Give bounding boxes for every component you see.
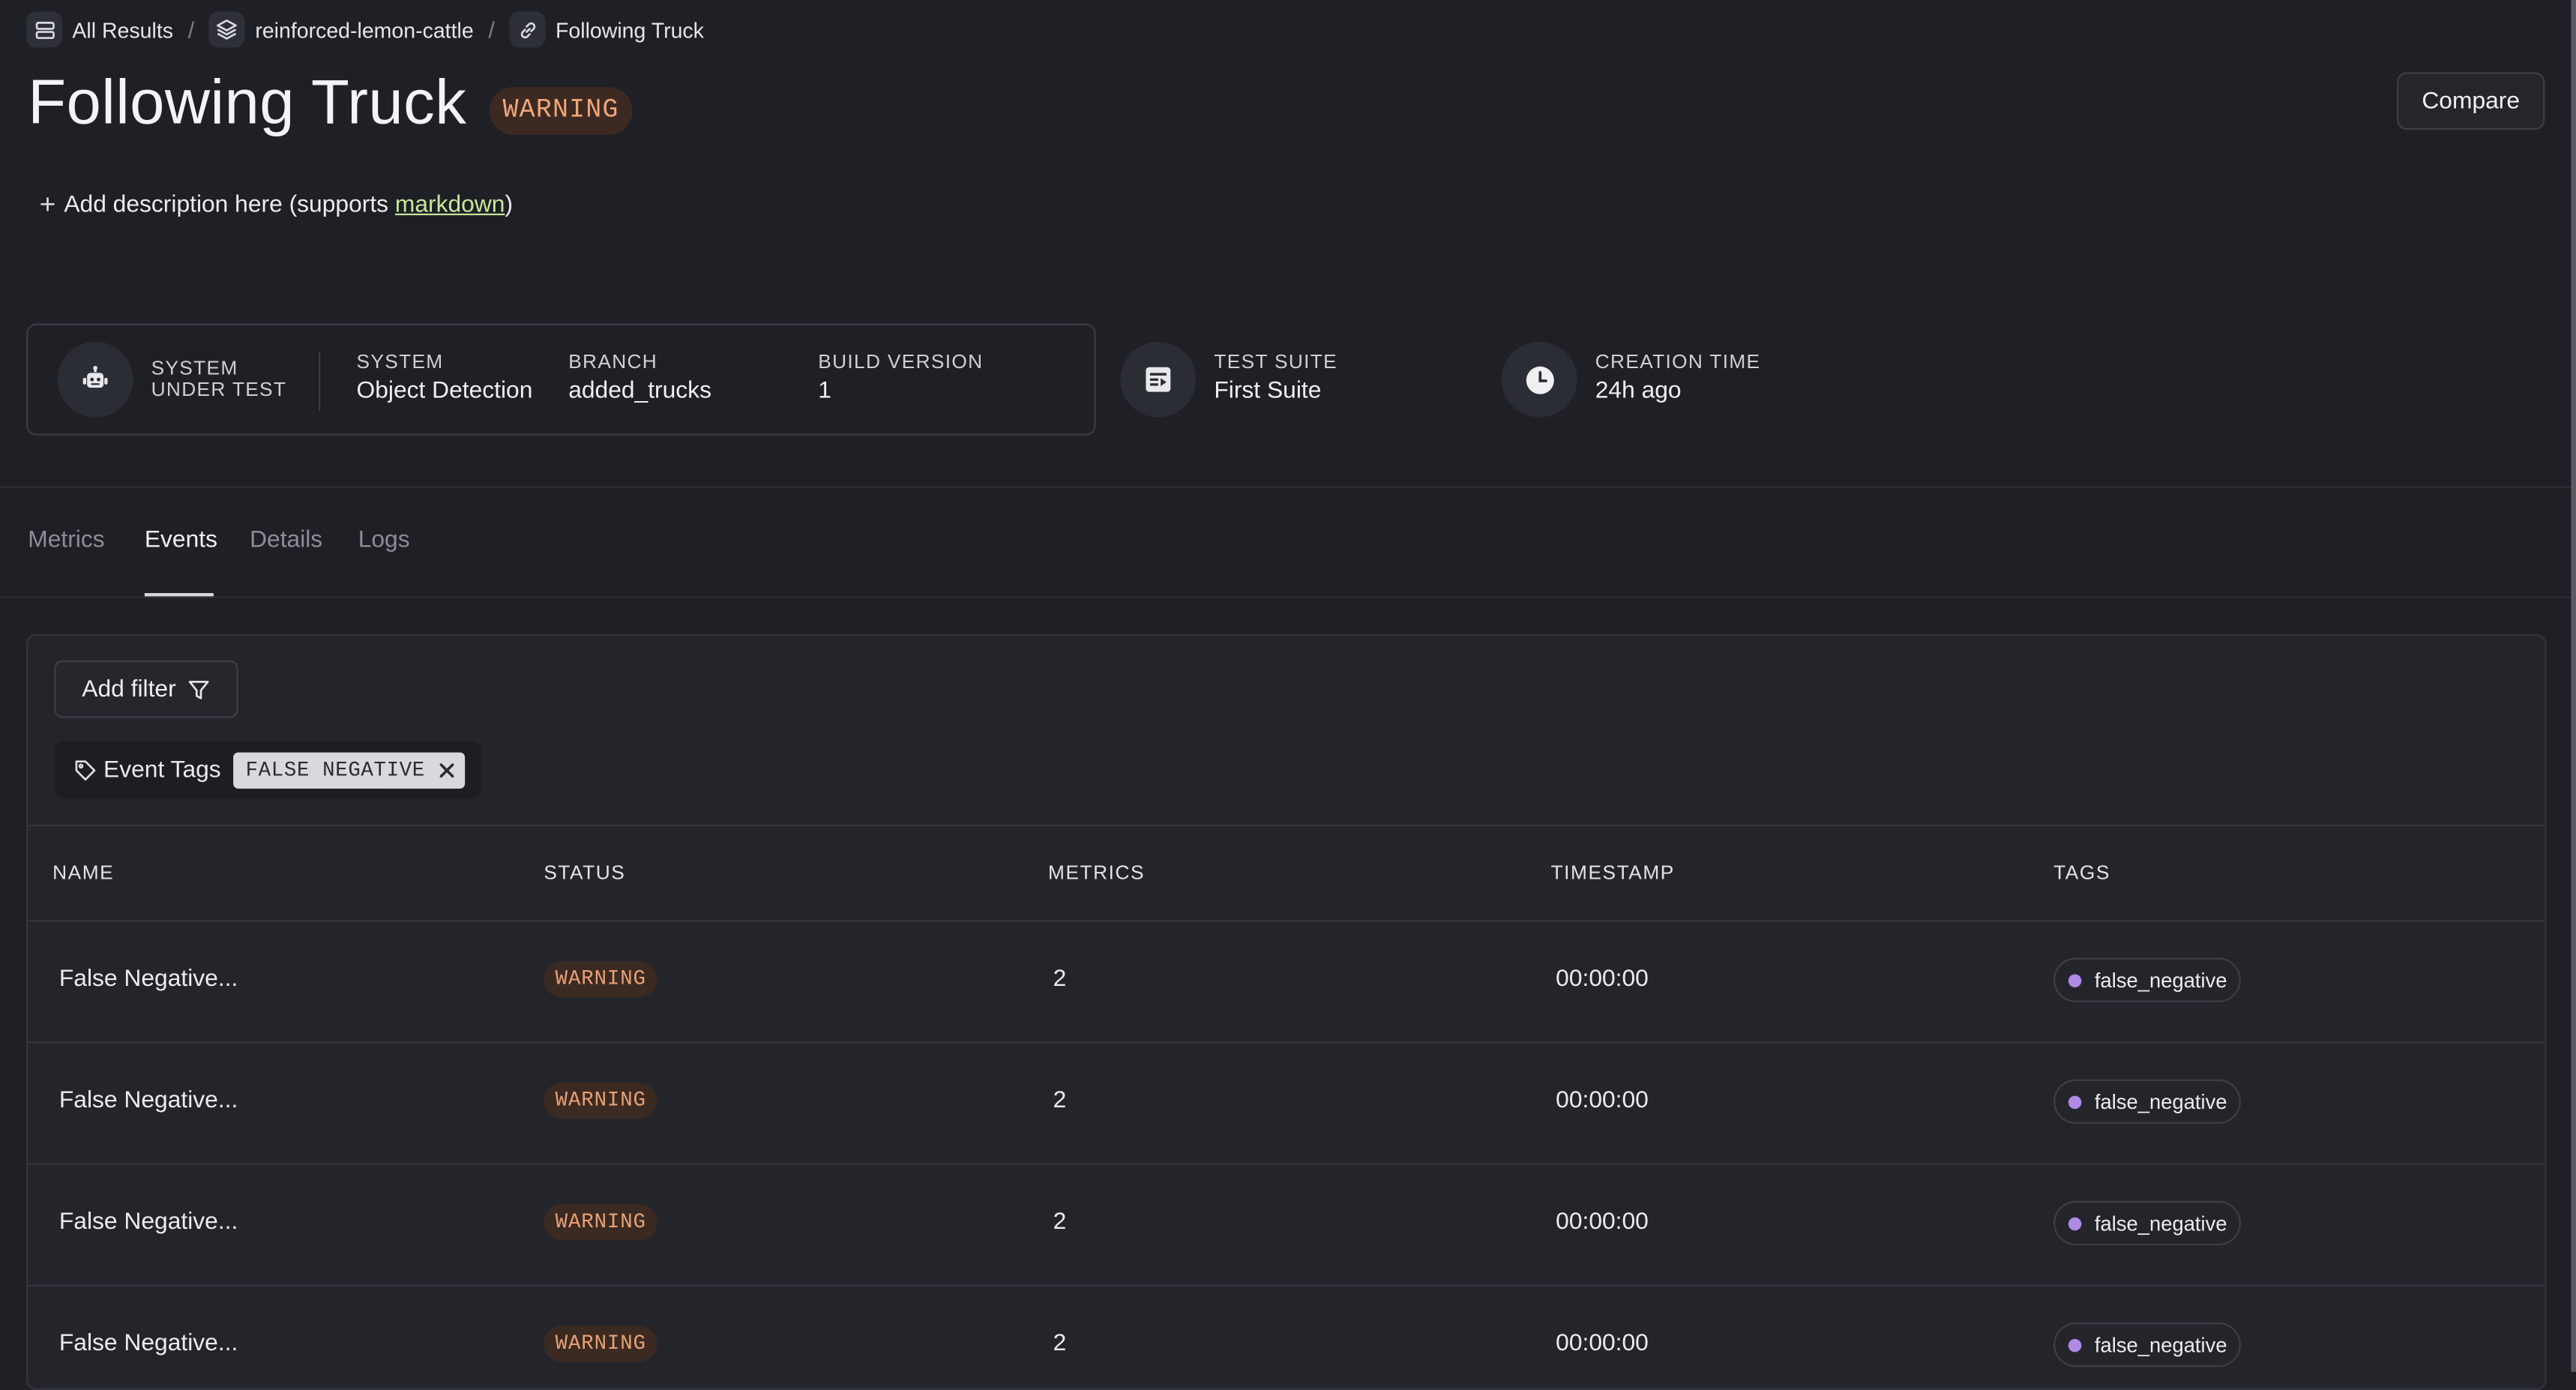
description-suffix: ) — [505, 191, 514, 218]
tag-pill: false_negative — [2053, 1079, 2241, 1124]
tag-icon — [75, 759, 96, 780]
test-suite-value[interactable]: First Suite — [1214, 378, 1321, 404]
tag-label: false_negative — [2094, 1089, 2227, 1113]
column-header-metrics[interactable]: METRICS — [1048, 861, 1145, 884]
markdown-link[interactable]: markdown — [395, 191, 505, 217]
events-table-header: NAME STATUS METRICS TIMESTAMP TAGS — [28, 825, 2545, 922]
breadcrumb-label: reinforced-lemon-cattle — [255, 17, 474, 42]
tag-label: false_negative — [2094, 1212, 2227, 1235]
layers-icon — [208, 11, 246, 48]
breadcrumb-item-batch[interactable]: reinforced-lemon-cattle — [208, 11, 474, 48]
metrics-count: 2 — [1053, 1087, 1067, 1114]
filter-icon — [189, 679, 209, 699]
breadcrumb-separator: / — [187, 16, 195, 43]
breadcrumb-item-test[interactable]: Following Truck — [509, 11, 704, 48]
test-suite-icon — [1120, 341, 1197, 418]
tag-label: false_negative — [2094, 968, 2227, 992]
build-version-value: 1 — [818, 377, 831, 405]
divider — [0, 596, 2576, 598]
status-badge: WARNING — [490, 87, 633, 135]
metrics-count: 2 — [1053, 1330, 1067, 1358]
branch-label: BRANCH — [568, 349, 658, 373]
event-name[interactable]: False Negative... — [59, 1331, 238, 1357]
breadcrumb-label: Following Truck — [556, 17, 704, 42]
remove-filter-icon[interactable] — [438, 762, 454, 778]
tab-events[interactable]: Events — [145, 527, 217, 553]
timestamp: 00:00:00 — [1556, 1209, 1649, 1236]
add-filter-button[interactable]: Add filter — [54, 660, 238, 718]
compare-button[interactable]: Compare — [2397, 72, 2545, 130]
filter-field-label: Event Tags — [103, 756, 221, 783]
description-prefix: Add description here (supports — [64, 191, 389, 218]
tag-dot-icon — [2068, 973, 2082, 987]
status-badge: WARNING — [544, 1204, 658, 1241]
events-page: All Results / reinforced-lemon-cattle / … — [0, 0, 2576, 1390]
add-description-button[interactable]: + Add description here (supports markdow… — [40, 190, 514, 218]
table-row[interactable]: False Negative... WARNING 2 00:00:00 fal… — [28, 920, 2545, 1044]
event-name[interactable]: False Negative... — [59, 966, 238, 992]
tag-pill: false_negative — [2053, 1322, 2241, 1368]
table-row[interactable]: False Negative... WARNING 2 00:00:00 fal… — [28, 1285, 2545, 1389]
link-icon — [509, 11, 546, 48]
events-panel: Add filter Event Tags FALSE NEGATIVE NAM… — [26, 634, 2547, 1390]
tag-pill: false_negative — [2053, 1200, 2241, 1246]
event-name[interactable]: False Negative... — [59, 1209, 238, 1236]
breadcrumb-item-all-results[interactable]: All Results — [26, 11, 174, 48]
stack-rows-icon — [26, 11, 63, 48]
tab-logs[interactable]: Logs — [358, 527, 410, 553]
tag-dot-icon — [2068, 1095, 2082, 1109]
metrics-count: 2 — [1053, 966, 1067, 993]
clock-icon — [1501, 341, 1577, 418]
creation-time-label: CREATION TIME — [1595, 349, 1761, 373]
divider — [319, 351, 321, 411]
tab-metrics[interactable]: Metrics — [28, 527, 104, 553]
column-header-timestamp[interactable]: TIMESTAMP — [1551, 861, 1675, 884]
tag-dot-icon — [2068, 1216, 2082, 1230]
timestamp: 00:00:00 — [1556, 966, 1649, 993]
timestamp: 00:00:00 — [1556, 1087, 1649, 1114]
system-label: SYSTEM — [356, 349, 444, 373]
add-filter-label: Add filter — [82, 676, 176, 702]
column-header-name[interactable]: NAME — [52, 861, 114, 884]
column-header-tags[interactable]: TAGS — [2053, 861, 2110, 884]
status-badge: WARNING — [544, 1326, 658, 1362]
column-header-status[interactable]: STATUS — [544, 861, 625, 884]
status-badge: WARNING — [544, 1083, 658, 1119]
event-name[interactable]: False Negative... — [59, 1088, 238, 1114]
tab-details[interactable]: Details — [250, 527, 322, 553]
breadcrumb: All Results / reinforced-lemon-cattle / … — [26, 11, 704, 48]
creation-time-value: 24h ago — [1595, 377, 1682, 405]
tag-dot-icon — [2068, 1338, 2082, 1352]
breadcrumb-separator: / — [488, 16, 495, 43]
tag-label: false_negative — [2094, 1333, 2227, 1356]
page-title: Following Truck — [28, 69, 467, 139]
table-row[interactable]: False Negative... WARNING 2 00:00:00 fal… — [28, 1041, 2545, 1165]
divider — [0, 486, 2576, 488]
test-suite-label: TEST SUITE — [1214, 349, 1337, 373]
timestamp: 00:00:00 — [1556, 1330, 1649, 1358]
system-value: Object Detection — [356, 377, 533, 405]
robot-icon — [57, 341, 133, 418]
sut-label: SYSTEM UNDER TEST — [151, 356, 287, 401]
status-badge: WARNING — [544, 960, 658, 998]
metrics-count: 2 — [1053, 1209, 1067, 1236]
table-row[interactable]: False Negative... WARNING 2 00:00:00 fal… — [28, 1163, 2545, 1287]
breadcrumb-label: All Results — [72, 17, 174, 42]
filter-value-chip: FALSE NEGATIVE — [234, 751, 465, 788]
tag-pill: false_negative — [2053, 957, 2241, 1002]
filter-value-label: FALSE NEGATIVE — [245, 758, 425, 781]
branch-value: added_trucks — [568, 377, 711, 405]
plus-icon: + — [39, 188, 56, 220]
active-filter-chip[interactable]: Event Tags FALSE NEGATIVE — [54, 741, 482, 798]
build-version-label: BUILD VERSION — [818, 349, 984, 373]
